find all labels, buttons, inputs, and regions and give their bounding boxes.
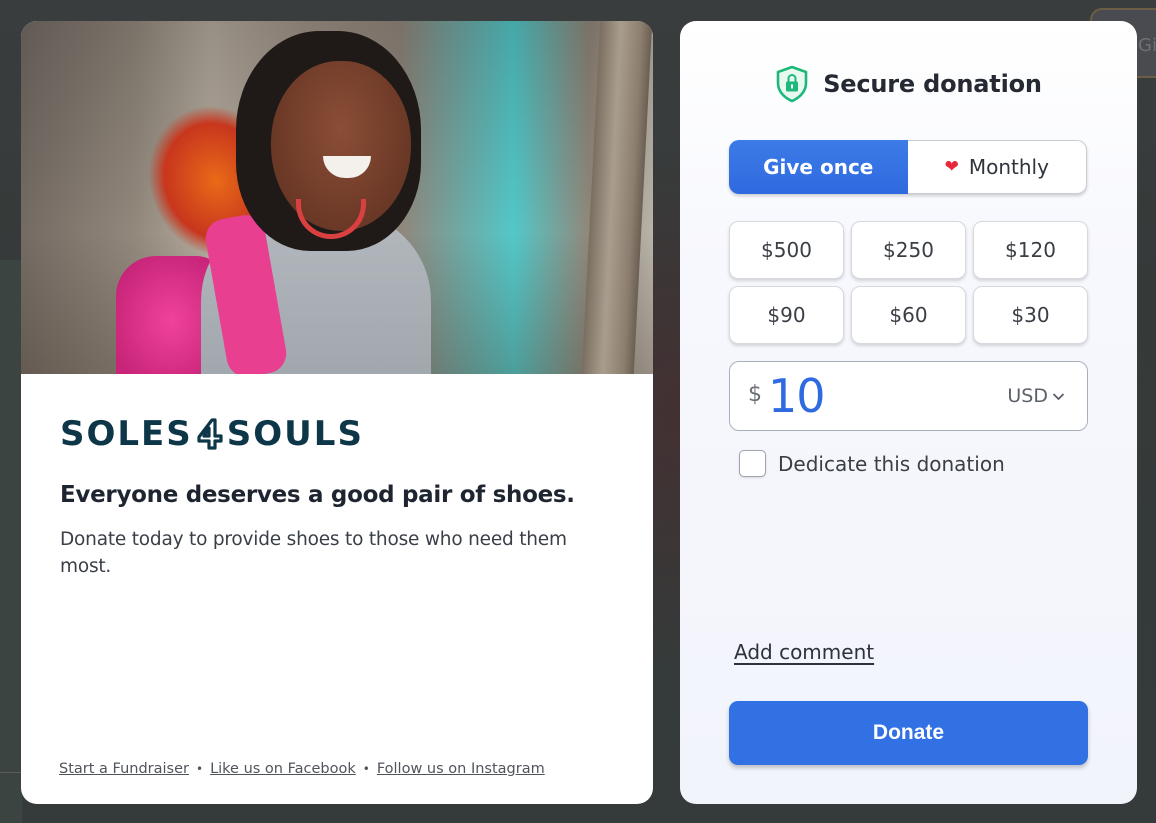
background-page-strip <box>0 260 22 823</box>
give-once-label: Give once <box>763 155 874 179</box>
campaign-description: Donate today to provide shoes to those w… <box>60 529 567 577</box>
amount-option-30[interactable]: $30 <box>973 286 1088 344</box>
monthly-tab[interactable]: ❤ Monthly <box>907 140 1087 194</box>
footer-links: Start a Fundraiser • Like us on Facebook… <box>59 761 545 777</box>
logo-text-right: SOULS <box>226 414 364 454</box>
facebook-link[interactable]: Like us on Facebook <box>210 761 356 777</box>
amount-option-120[interactable]: $120 <box>973 221 1088 279</box>
shoe-4-icon <box>197 418 223 450</box>
amount-option-250[interactable]: $250 <box>851 221 966 279</box>
currency-code: USD <box>1007 385 1048 407</box>
donate-button[interactable]: Donate <box>729 701 1088 765</box>
separator-dot: • <box>195 762 204 776</box>
dedicate-checkbox-row[interactable]: Dedicate this donation <box>739 450 1005 477</box>
instagram-link[interactable]: Follow us on Instagram <box>377 761 545 777</box>
custom-amount-field[interactable]: $ 10 USD <box>729 361 1088 431</box>
amount-option-90[interactable]: $90 <box>729 286 844 344</box>
amount-option-60[interactable]: $60 <box>851 286 966 344</box>
form-title: Secure donation <box>823 70 1042 98</box>
chevron-down-icon <box>1052 392 1065 400</box>
preset-amounts-grid: $500 $250 $120 $90 $60 $30 <box>729 221 1088 344</box>
campaign-tagline: Everyone deserves a good pair of shoes. <box>60 482 575 508</box>
currency-select[interactable]: USD <box>1007 385 1065 407</box>
give-once-tab[interactable]: Give once <box>729 140 908 194</box>
amount-value-input[interactable]: 10 <box>768 369 1007 423</box>
background-give-label: Giv <box>1138 35 1156 56</box>
monthly-label: Monthly <box>968 155 1049 179</box>
logo-text-left: SOLES <box>60 414 193 454</box>
dedicate-checkbox[interactable] <box>739 450 766 477</box>
frequency-toggle: Give once ❤ Monthly <box>729 140 1087 194</box>
currency-symbol: $ <box>748 381 762 407</box>
dedicate-label: Dedicate this donation <box>778 451 1005 476</box>
donation-form-card: Secure donation Give once ❤ Monthly $500… <box>680 21 1137 804</box>
amount-option-500[interactable]: $500 <box>729 221 844 279</box>
shield-lock-icon <box>776 65 808 103</box>
hero-image <box>21 21 653 374</box>
heart-icon: ❤ <box>944 156 959 177</box>
separator-dot: • <box>362 762 370 776</box>
add-comment-link[interactable]: Add comment <box>734 640 874 664</box>
organization-logo: SOLES SOULS <box>60 414 614 454</box>
start-fundraiser-link[interactable]: Start a Fundraiser <box>59 761 189 777</box>
form-header: Secure donation <box>680 65 1137 103</box>
campaign-info-card: SOLES SOULS Everyone deserves a good pai… <box>21 21 653 804</box>
